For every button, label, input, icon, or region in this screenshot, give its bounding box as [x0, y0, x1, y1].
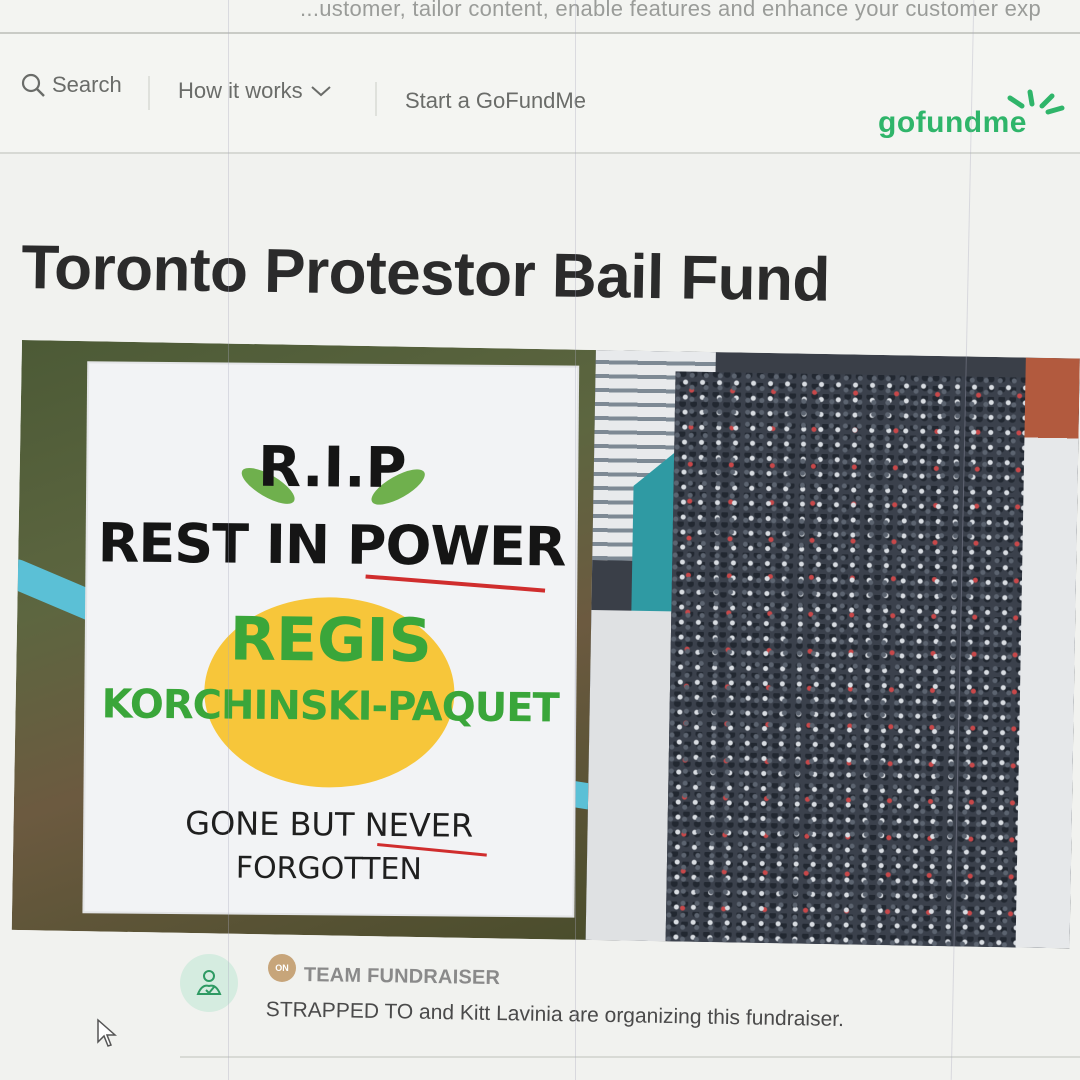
protest-crowd-photo: [585, 350, 1080, 949]
cookie-banner: ...ustomer, tailor content, enable featu…: [0, 0, 1080, 34]
sign-line-rip: R.I.P: [257, 434, 407, 502]
screen-moire-line: [228, 0, 229, 1080]
nav-divider: [375, 82, 377, 116]
memorial-sign-photo: R.I.P REST IN POWER REGIS KORCHINSKI-PAQ…: [11, 340, 596, 940]
start-gofundme-link[interactable]: Start a GoFundMe: [405, 88, 586, 114]
nav-divider: [148, 76, 150, 110]
search-icon: [21, 73, 45, 97]
section-divider: [180, 1056, 1080, 1058]
cookie-banner-text: ...ustomer, tailor content, enable featu…: [300, 0, 1041, 21]
campaign-hero-image: R.I.P REST IN POWER REGIS KORCHINSKI-PAQ…: [11, 340, 1080, 949]
team-fundraiser-badge: TEAM FUNDRAISER: [303, 964, 501, 990]
page: ...ustomer, tailor content, enable featu…: [0, 0, 1080, 1080]
search-label: Search: [52, 72, 122, 97]
mouse-cursor-icon: [97, 1018, 117, 1047]
chevron-down-icon: [311, 86, 331, 97]
team-people-icon: [196, 970, 222, 995]
search-button[interactable]: Search: [20, 72, 122, 98]
sign-line-forgotten: FORGOTTEN: [235, 850, 423, 888]
sign-line-surname: KORCHINSKI-PAQUET: [101, 681, 560, 732]
campaign-title: Toronto Protestor Bail Fund: [20, 232, 831, 315]
sign-line-rest-in-power: REST IN POWER: [97, 511, 566, 579]
organizer-avatar[interactable]: [180, 954, 238, 1012]
screen-moire-line: [575, 0, 576, 1080]
how-it-works-menu[interactable]: How it works: [178, 78, 333, 104]
site-header: Search How it works Start a GoFundMe gof…: [0, 34, 1080, 154]
wall-shape: [585, 609, 672, 942]
sign-line-regis: REGIS: [229, 604, 433, 677]
building-shape: [1015, 357, 1080, 949]
gofundme-logo[interactable]: gofundme: [878, 106, 1027, 140]
how-it-works-label: How it works: [178, 78, 303, 103]
sign-line-gone: GONE BUT NEVER: [185, 804, 474, 845]
organizer-section: ON TEAM FUNDRAISER STRAPPED TO and Kitt …: [0, 940, 1080, 1080]
team-badge-icon: ON: [268, 954, 296, 982]
organizer-description: STRAPPED TO and Kitt Lavinia are organiz…: [265, 998, 845, 1032]
memorial-sign: R.I.P REST IN POWER REGIS KORCHINSKI-PAQ…: [84, 363, 578, 916]
